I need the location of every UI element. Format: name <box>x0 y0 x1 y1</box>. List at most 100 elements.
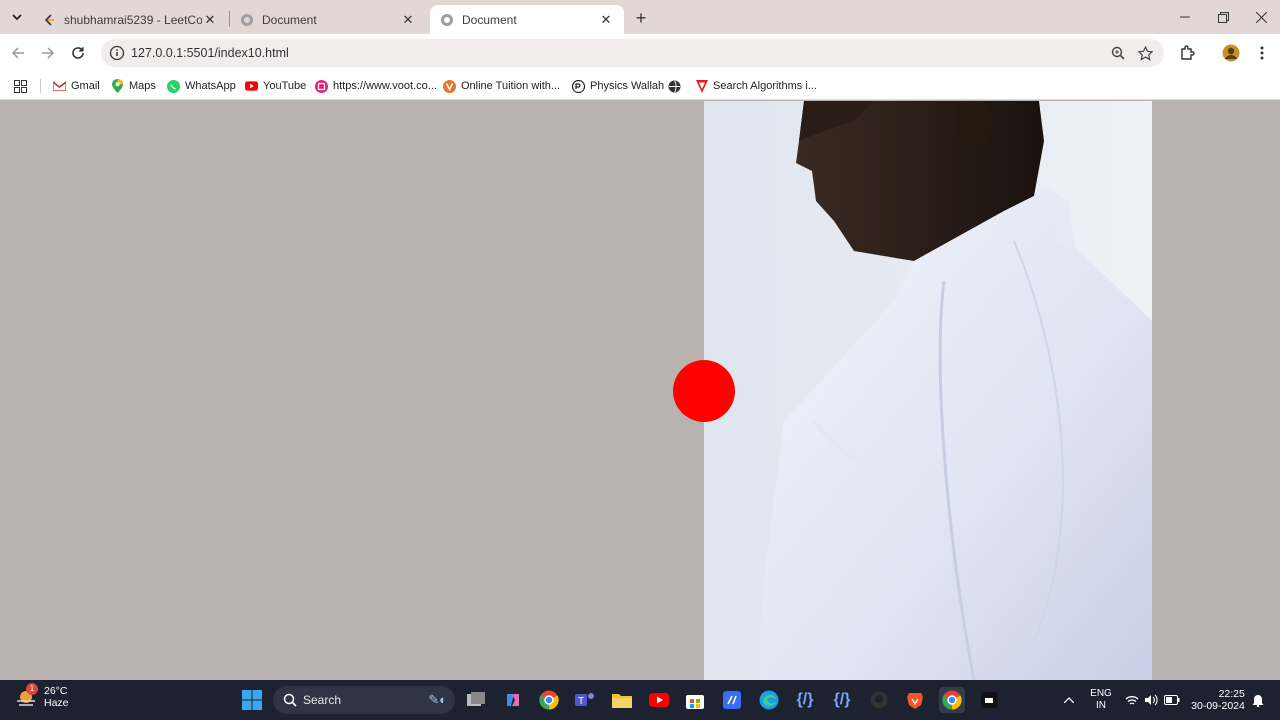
copilot-app[interactable] <box>500 687 526 713</box>
close-tab-icon[interactable]: ✕ <box>202 12 218 28</box>
chrome-active-app[interactable] <box>939 687 965 713</box>
minimize-icon <box>1180 16 1190 18</box>
tab-document-2[interactable]: Document ✕ <box>430 5 624 34</box>
forward-button[interactable] <box>37 42 59 64</box>
curly-brace-icon: {/} <box>796 691 814 708</box>
bookmark-online-tuition[interactable]: Online Tuition with... <box>443 77 560 95</box>
new-tab-button[interactable]: + <box>630 7 652 29</box>
start-button[interactable] <box>239 687 265 713</box>
chrome-icon <box>539 690 559 710</box>
bookmark-search-algorithms[interactable]: Search Algorithms i... <box>695 77 817 95</box>
app-curly-2[interactable]: {/} <box>829 687 855 713</box>
file-explorer-app[interactable] <box>609 687 635 713</box>
curly-brace-icon: {/} <box>833 691 851 708</box>
brave-lion-icon <box>907 693 923 709</box>
close-tab-icon[interactable]: ✕ <box>598 12 614 28</box>
github-icon <box>870 691 888 709</box>
zoom-icon[interactable] <box>1110 45 1126 61</box>
extensions-button[interactable] <box>1176 42 1198 64</box>
notifications-bell-icon[interactable] <box>1250 680 1266 720</box>
show-hidden-icons[interactable] <box>1058 680 1080 720</box>
bookmark-label: Search Algorithms i... <box>713 80 817 92</box>
tab-document-1[interactable]: Document ✕ <box>230 5 426 34</box>
reload-button[interactable] <box>67 42 89 64</box>
taskbar-search[interactable]: Search ✎◐ <box>273 686 455 714</box>
close-icon <box>1255 11 1267 23</box>
tab-title: Document <box>462 12 517 27</box>
address-bar[interactable]: 127.0.0.1:5501/index10.html <box>101 39 1164 67</box>
restore-button[interactable] <box>1204 0 1242 34</box>
profile-avatar[interactable] <box>1220 42 1242 64</box>
task-view-app[interactable] <box>463 687 489 713</box>
language-indicator[interactable]: ENG IN <box>1086 680 1116 720</box>
weather-haze-icon: 1 <box>14 683 38 709</box>
whatsapp-icon <box>167 79 180 93</box>
svg-text:T: T <box>578 696 584 707</box>
bookmark-label: YouTube <box>263 80 307 92</box>
teams-icon: T <box>575 693 594 707</box>
page-viewport <box>0 101 1280 680</box>
bookmark-maps[interactable]: Maps <box>111 77 156 95</box>
bookmark-globe[interactable] <box>668 77 686 95</box>
vscode-app[interactable] <box>719 687 745 713</box>
back-button[interactable] <box>7 42 29 64</box>
tab-search-button[interactable] <box>6 6 28 28</box>
globe-icon <box>240 13 254 27</box>
lang-top: ENG <box>1090 688 1112 699</box>
chevron-down-icon <box>12 14 22 21</box>
battery-icon[interactable] <box>1163 680 1181 720</box>
bookmarks-bar: Gmail Maps WhatsApp YouTube https://www.… <box>0 72 1280 100</box>
bookmark-label: WhatsApp <box>185 80 236 92</box>
chrome-icon <box>942 690 962 710</box>
site-info-icon[interactable] <box>109 45 125 61</box>
tab-leetcode[interactable]: shubhamrai5239 - LeetCode Pr ✕ <box>32 5 228 34</box>
close-tab-icon[interactable]: ✕ <box>400 12 416 28</box>
bookmark-label: Maps <box>129 80 156 92</box>
minimize-button[interactable] <box>1166 0 1204 34</box>
time-text: 22:25 <box>1218 688 1245 700</box>
bookmark-physics-wallah[interactable]: Physics Wallah <box>572 77 664 95</box>
weather-temp: 26°C <box>44 685 68 697</box>
weather-condition: Haze <box>44 697 69 709</box>
bookmark-label: Online Tuition with... <box>461 80 561 92</box>
box-icon <box>981 692 997 708</box>
code-editor-icon <box>723 691 741 709</box>
close-window-button[interactable] <box>1242 0 1280 34</box>
bookmark-whatsapp[interactable]: WhatsApp <box>167 77 236 95</box>
weather-widget[interactable]: 1 26°C Haze <box>14 683 69 709</box>
volume-icon[interactable] <box>1143 680 1159 720</box>
store-icon <box>686 695 704 709</box>
wifi-icon[interactable] <box>1124 680 1140 720</box>
plus-icon: + <box>635 7 647 28</box>
bookmark-label: https://www.voot.co... <box>333 80 437 92</box>
red-circle <box>673 360 735 422</box>
bookmark-youtube[interactable]: YouTube <box>245 77 306 95</box>
edge-app[interactable] <box>756 687 782 713</box>
brave-app[interactable] <box>902 687 928 713</box>
bookmarks-divider <box>40 79 41 93</box>
terminal-app[interactable] <box>976 687 1002 713</box>
apps-grid-icon <box>14 79 27 93</box>
clock[interactable]: 22:25 30-09-2024 <box>1188 680 1248 720</box>
teams-app[interactable]: T <box>572 687 598 713</box>
github-app[interactable] <box>866 687 892 713</box>
bookmark-gmail[interactable]: Gmail <box>53 77 100 95</box>
app-curly-1[interactable]: {/} <box>792 687 818 713</box>
bookmark-voot[interactable]: https://www.voot.co... <box>315 77 437 95</box>
voot-icon <box>315 79 328 93</box>
youtube-app[interactable] <box>646 687 672 713</box>
globe-icon <box>668 80 681 93</box>
chevron-up-icon <box>1064 697 1074 703</box>
search-label: Search <box>303 693 342 707</box>
restore-icon <box>1217 11 1229 23</box>
store-app[interactable] <box>682 687 708 713</box>
search-highlight-icon: ✎◐ <box>428 692 447 707</box>
apps-button[interactable] <box>14 77 27 95</box>
tab-strip: shubhamrai5239 - LeetCode Pr ✕ Document … <box>0 0 1280 34</box>
physics-wallah-icon <box>572 79 585 93</box>
forward-arrow-icon <box>42 47 55 59</box>
chrome-app[interactable] <box>536 687 562 713</box>
browser-menu-button[interactable] <box>1251 42 1273 64</box>
bookmark-star-icon[interactable] <box>1137 45 1153 61</box>
bookmark-label: Physics Wallah <box>590 80 665 92</box>
